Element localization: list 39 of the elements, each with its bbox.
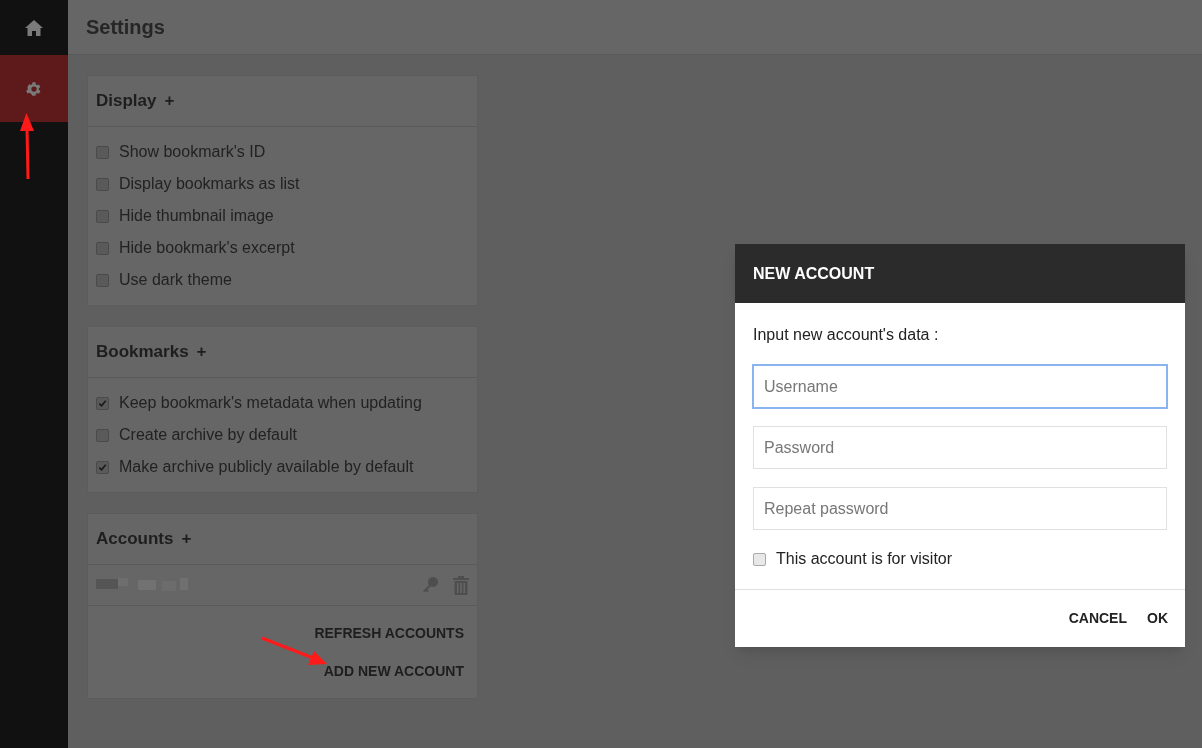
annotation-arrow xyxy=(19,113,35,181)
home-icon xyxy=(24,18,44,37)
section-title: Accounts xyxy=(96,528,174,551)
section-title: Bookmarks xyxy=(96,341,189,364)
refresh-accounts-button[interactable]: REFRESH ACCOUNTS xyxy=(314,614,464,652)
settings-icon xyxy=(25,79,43,98)
visitor-label: This account is for visitor xyxy=(776,549,953,569)
input-field[interactable]: Username xyxy=(753,365,1167,408)
cancel-button[interactable]: CANCEL xyxy=(1068,608,1127,629)
checkbox[interactable] xyxy=(96,428,109,442)
option-label: Use dark theme xyxy=(119,270,232,290)
ok-button[interactable]: OK xyxy=(1147,608,1168,629)
checkbox[interactable] xyxy=(96,396,109,410)
option-label: Show bookmark's ID xyxy=(119,142,266,162)
option-label: Hide bookmark's excerpt xyxy=(119,238,295,258)
checkbox[interactable] xyxy=(96,177,109,191)
option-label: Keep bookmark's metadata when updating xyxy=(119,393,422,413)
checkbox[interactable] xyxy=(96,241,109,255)
add-account-button[interactable]: ADD NEW ACCOUNT xyxy=(323,652,464,690)
expand-toggle[interactable]: + xyxy=(196,339,207,365)
key-icon[interactable] xyxy=(421,576,439,594)
page-title: Settings xyxy=(86,15,165,40)
checkbox[interactable] xyxy=(96,273,109,287)
option-label: Make archive publicly available by default xyxy=(119,457,414,477)
dialog-prompt: Input new account's data : xyxy=(753,325,940,345)
option-label: Hide thumbnail image xyxy=(119,206,274,226)
checkbox[interactable] xyxy=(96,209,109,223)
section-title: Display xyxy=(96,90,157,113)
expand-toggle[interactable]: + xyxy=(181,526,192,552)
settings-nav-item[interactable] xyxy=(0,55,68,122)
dialog-title: NEW ACCOUNT xyxy=(753,263,875,284)
annotation-arrow xyxy=(261,636,327,666)
trash-icon[interactable] xyxy=(453,575,469,595)
checkbox[interactable] xyxy=(96,460,109,474)
expand-toggle[interactable]: + xyxy=(164,88,175,114)
checkbox[interactable] xyxy=(753,552,766,566)
checkbox[interactable] xyxy=(96,145,109,159)
option-label: Display bookmarks as list xyxy=(119,174,300,194)
option-label: Create archive by default xyxy=(119,425,297,445)
